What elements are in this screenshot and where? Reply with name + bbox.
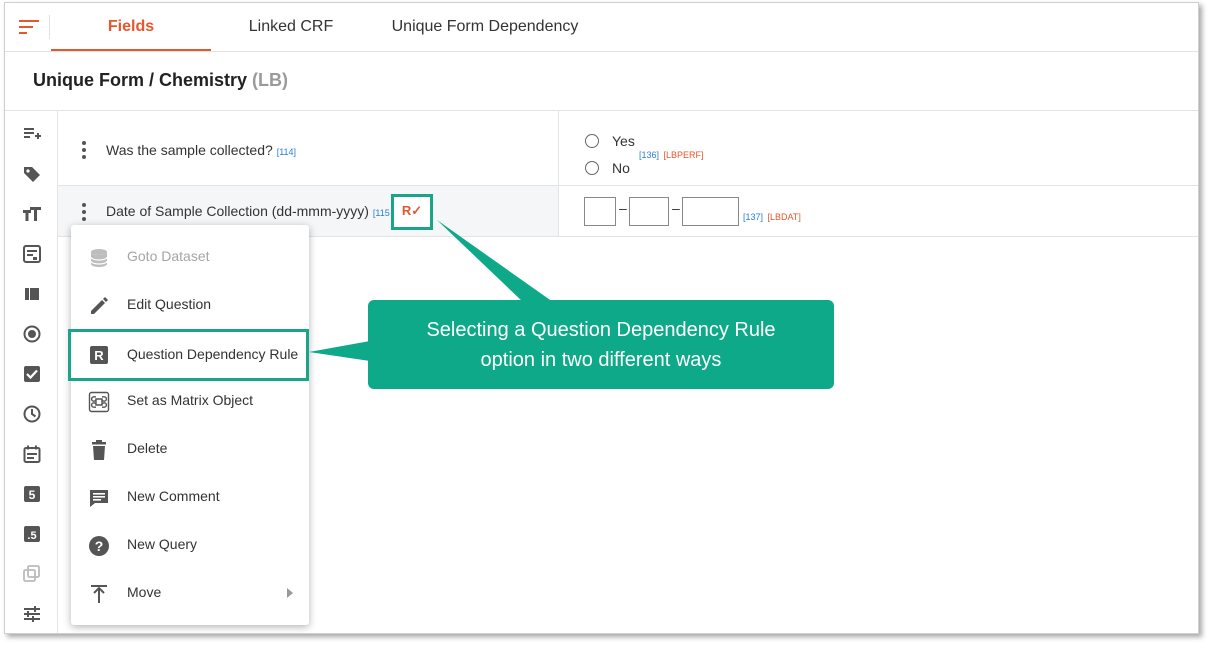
command-icon [88,391,110,413]
menu-label: Edit Question [127,296,212,312]
rule-icon: R [90,346,108,364]
menu-label: Goto Dataset [127,248,210,264]
comment-icon [90,490,108,507]
menu-label: Delete [127,440,168,456]
menu-item-move[interactable]: Move [71,569,309,617]
callout-line-1: Selecting a Question Dependency Rule [426,319,776,341]
menu-item-new-query[interactable]: ? New Query [71,521,309,569]
menu-label: Move [127,584,162,600]
svg-text:?: ? [95,538,104,554]
menu-item-set-as-matrix[interactable]: Set as Matrix Object [71,377,309,425]
menu-label: New Comment [127,488,220,504]
chevron-right-icon [287,588,293,598]
menu-item-edit-question[interactable]: Edit Question [71,281,309,329]
menu-item-delete[interactable]: Delete [71,425,309,473]
database-icon [90,249,108,267]
help-icon: ? [89,536,109,556]
callout-line-2: option in two different ways [480,349,722,371]
menu-item-new-comment[interactable]: New Comment [71,473,309,521]
callout-box: Selecting a Question Dependency Rule opt… [368,300,834,389]
menu-label: Set as Matrix Object [127,392,254,408]
pencil-icon [91,297,108,314]
move-up-icon [91,585,107,603]
context-menu: Goto Dataset Edit Question R Question De… [68,225,309,625]
menu-label: New Query [127,536,198,552]
menu-item-goto-dataset[interactable]: Goto Dataset [71,233,309,281]
app-window: Fields Linked CRF Unique Form Dependency… [4,2,1199,634]
svg-text:R: R [94,348,104,363]
menu-item-question-dependency-rule[interactable]: R Question Dependency Rule [68,329,309,381]
trash-icon [92,440,106,460]
menu-label: Question Dependency Rule [127,346,299,362]
